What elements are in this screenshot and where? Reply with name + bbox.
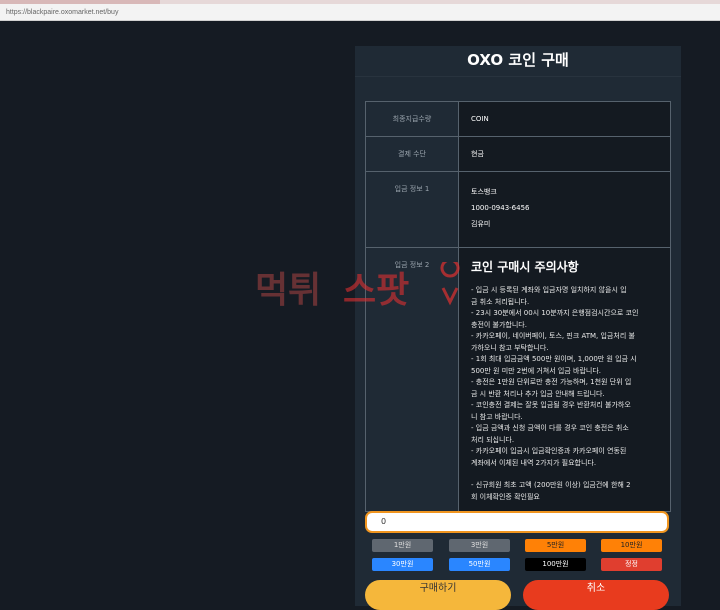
notice-line: - 1회 최대 입금금액 500만 원이며, 1,000만 원 입금 시 [471,355,637,363]
notice-list: - 입금 시 등록된 계좌와 입금자명 일치하지 않을시 입금 취소 처리됩니다… [471,285,662,503]
table-row: 입금 정보 2 코인 구매시 주의사항 - 입금 시 등록된 계좌와 입금자명 … [365,247,671,512]
bank-name: 토스뱅크 [471,188,497,196]
purchase-info-table: 최종지급수량 COIN 결제 수단 현금 입금 정보 1 토스뱅크 1000-0… [365,101,671,512]
notice-line: 회 이체확인증 확인필요 [471,492,540,501]
amount-button-30000[interactable]: 3만원 [449,539,510,552]
address-bar[interactable]: https://blackpaire.oxomarket.net/buy [0,4,720,21]
notice-line: 금 시 반환 처리나 추가 입금 안내해 드립니다. [471,389,605,398]
buy-button[interactable]: 구매하기 [365,580,511,610]
row-value: COIN [458,101,671,137]
row-label: 입금 정보 1 [365,171,459,248]
notice-line: - 입금 시 등록된 계좌와 입금자명 일치하지 않을시 입 [471,286,627,294]
notice-line: 500만 원 미만 2번에 거쳐서 입금 바랍니다. [471,366,601,375]
cancel-button[interactable]: 취소 [523,580,669,610]
row-label: 입금 정보 2 [365,247,459,512]
row-label: 결제 수단 [365,136,459,172]
notice-line: - 충전은 1만원 단위로만 충전 가능하며, 1천원 단위 입 [471,378,632,386]
notice-line: - 입금 금액과 신청 금액이 다를 경우 코인 충전은 취소 [471,424,629,432]
amount-input[interactable]: 0 [365,511,669,533]
amount-button-50000[interactable]: 5만원 [525,539,586,552]
notice-line: 계좌에서 이체된 내역 2가지가 필요합니다. [471,458,597,467]
notice-line: 처리 되십니다. [471,435,515,444]
table-row: 입금 정보 1 토스뱅크 1000-0943-6456 김유미 [365,171,671,248]
amount-button-500000[interactable]: 50만원 [449,558,510,571]
notice-line: - 23시 30분에서 00시 10분까지 은행점검시간으로 코인 [471,309,639,317]
account-number: 1000-0943-6456 [471,204,530,212]
notice-line: - 코인충전 결제는 잘못 입금될 경우 반환처리 불가하오 [471,401,631,409]
notice-line: 금 취소 처리됩니다. [471,297,530,306]
table-row: 최종지급수량 COIN [365,101,671,137]
title-divider [355,76,681,77]
purchase-panel: OXO 코인 구매 최종지급수량 COIN 결제 수단 현금 입금 정보 1 토… [355,46,681,610]
notice-line: 가하오니 참고 부탁합니다. [471,343,549,352]
notice-line [471,469,662,480]
amount-button-100000[interactable]: 10만원 [601,539,662,552]
notice-line: - 카카오페이 입금시 입금확인증과 카카오페이 연동된 [471,447,627,455]
notice-line: - 신규회원 최초 고액 (200만원 이상) 입금건에 한해 2 [471,481,631,489]
table-row: 결제 수단 현금 [365,136,671,172]
account-holder: 김유미 [471,220,491,228]
amount-button-10000[interactable]: 1만원 [372,539,433,552]
page-title: OXO 코인 구매 [467,51,569,69]
amount-button-300000[interactable]: 30만원 [372,558,433,571]
row-value: 현금 [458,136,671,172]
reset-amount-button[interactable]: 정정 [601,558,662,571]
deposit-info-value: 토스뱅크 1000-0943-6456 김유미 [458,171,671,248]
notice-line: 니 참고 바랍니다. [471,412,523,421]
notice-line: - 카카오페이, 네이버페이, 토스, 핀크 ATM, 입금처리 불 [471,332,635,340]
notice-title: 코인 구매시 주의사항 [471,260,579,274]
notice-line: 충전이 불가합니다. [471,320,527,329]
notice-cell: 코인 구매시 주의사항 - 입금 시 등록된 계좌와 입금자명 일치하지 않을시… [458,247,671,512]
watermark-text-left: 먹튀 [255,270,321,311]
amount-button-1000000[interactable]: 100만원 [525,558,586,571]
row-label: 최종지급수량 [365,101,459,137]
